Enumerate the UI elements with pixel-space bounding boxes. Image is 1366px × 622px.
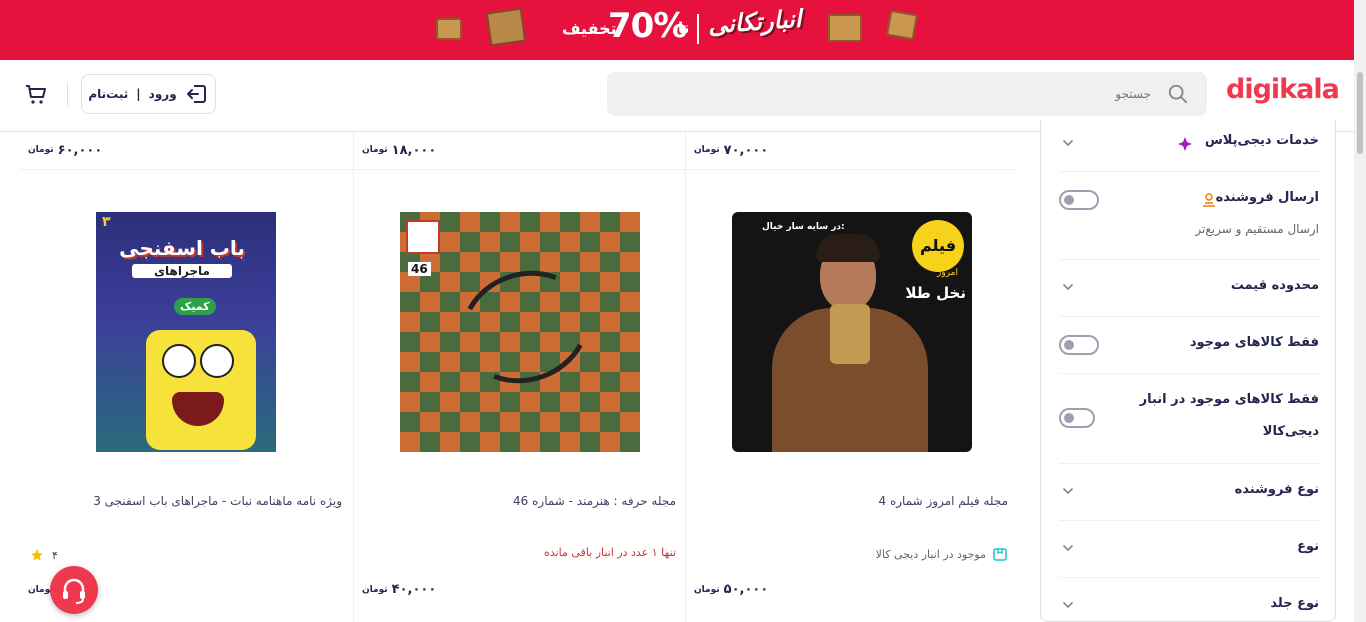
filter-label: نوع فروشنده — [1234, 482, 1319, 497]
top-price: ۷۰,۰۰۰ تومان — [694, 142, 769, 158]
filter-label: محدوده قیمت — [1230, 278, 1319, 293]
product-image[interactable]: فیلم امروز نخل طلا در سایه سار خیال: — [732, 212, 972, 452]
cover-subtitle: امروز — [937, 268, 958, 278]
campaign-name: انبارتکانی — [707, 4, 803, 40]
filter-type[interactable]: نوع — [1059, 521, 1319, 578]
cover-headline: نخل طلا — [905, 284, 966, 302]
box-icon — [828, 14, 862, 42]
box-icon — [436, 18, 462, 40]
top-price: ۶۰,۰۰۰ تومان — [28, 142, 103, 158]
login-separator: | — [136, 87, 141, 101]
seller-delivery-toggle[interactable] — [1059, 190, 1099, 210]
filter-digiplus[interactable]: خدمات دیجی‌پلاس — [1059, 120, 1319, 172]
star-icon — [31, 549, 43, 561]
top-price: ۱۸,۰۰۰ تومان — [362, 142, 437, 158]
filter-sublabel: ارسال مستقیم و سریع‌تر — [1195, 222, 1319, 236]
search-box[interactable] — [607, 72, 1207, 116]
support-chat-button[interactable] — [50, 566, 98, 614]
headset-icon — [63, 578, 85, 604]
toman-label: تومان — [694, 584, 720, 595]
filter-sidebar: خدمات دیجی‌پلاس ارسال فروشنده ارسال مستق… — [1040, 120, 1336, 622]
login-icon — [186, 85, 206, 103]
filter-cover-type[interactable]: نوع جلد — [1059, 578, 1319, 622]
product-grid: ۷۰,۰۰۰ تومان ۱۸,۰۰۰ تومان ۶۰,۰۰۰ تومان فیلم… — [20, 132, 1018, 622]
login-button[interactable]: ورود | ثبت‌نام — [81, 74, 216, 114]
product-image[interactable]: باب اسفنجی ماجراهای کمیک ۳ — [96, 212, 276, 452]
cover-volume: ۳ — [102, 214, 111, 230]
chevron-down-icon — [1063, 602, 1073, 609]
filter-label: فقط کالاهای موجود — [1189, 335, 1319, 350]
cart-icon[interactable] — [24, 82, 48, 106]
box-icon — [885, 9, 919, 41]
login-label: ورود — [148, 87, 177, 101]
cover-eye — [200, 344, 234, 378]
chevron-down-icon — [1063, 488, 1073, 495]
product-rating: ۴ — [30, 548, 58, 562]
filter-available-warehouse[interactable]: فقط کالاهای موجود در انبار دیجی‌کالا — [1059, 374, 1319, 464]
warehouse-available-toggle[interactable] — [1059, 408, 1095, 428]
seller-delivery-icon — [1203, 193, 1215, 207]
filter-seller-type[interactable]: نوع فروشنده — [1059, 464, 1319, 521]
stock-status: تنها ۱ عدد در انبار باقی مانده — [544, 546, 676, 559]
toman-label: تومان — [362, 145, 388, 155]
toman-label: تومان — [28, 145, 54, 155]
cover-subtitle: ماجراهای — [132, 264, 232, 278]
cover-person-hair — [816, 234, 880, 262]
toman-label: تومان — [362, 584, 388, 595]
header-divider — [67, 82, 68, 106]
cover-person-collar — [830, 304, 870, 364]
product-image[interactable]: 46 — [400, 212, 640, 452]
filter-label: ارسال فروشنده — [1215, 190, 1319, 205]
register-label: ثبت‌نام — [88, 87, 129, 101]
stock-status: موجود در انبار دیجی کالا — [876, 546, 1008, 562]
cover-issue: 46 — [408, 262, 431, 276]
search-icon[interactable] — [1167, 83, 1189, 105]
product-title[interactable]: مجله فیلم امروز شماره 4 — [708, 494, 1009, 508]
filter-seller-delivery[interactable]: ارسال فروشنده ارسال مستقیم و سریع‌تر — [1059, 172, 1319, 260]
product-price: ۵۰,۰۰۰ تومان — [694, 582, 769, 597]
filter-label: نوع — [1297, 539, 1319, 554]
digiplus-icon — [1178, 137, 1192, 151]
product-title[interactable]: ویژه نامه ماهنامه نبات - ماجراهای باب اس… — [42, 494, 342, 508]
box-icon — [485, 7, 527, 47]
product-card[interactable]: 46 مجله حرفه : هنرمند - شماره 46 تنها ۱ … — [354, 170, 686, 622]
warehouse-icon — [993, 548, 1007, 561]
scrollbar-thumb[interactable] — [1357, 72, 1363, 154]
promo-banner[interactable]: تخفیف 70% تا انبارتکانی — [0, 0, 1354, 60]
filter-label: خدمات دیجی‌پلاس — [1204, 133, 1319, 148]
filter-label-line2: دیجی‌کالا — [1262, 424, 1319, 439]
cover-eye — [162, 344, 196, 378]
filter-price-range[interactable]: محدوده قیمت — [1059, 260, 1319, 317]
digikala-logo[interactable]: digikala — [1226, 74, 1340, 105]
filter-label: نوع جلد — [1270, 596, 1319, 611]
chevron-down-icon — [1063, 140, 1073, 147]
filter-only-available[interactable]: فقط کالاهای موجود — [1059, 317, 1319, 374]
chevron-down-icon — [1063, 545, 1073, 552]
banner-divider — [697, 14, 699, 44]
cover-text: در سایه سار خیال: — [762, 222, 845, 232]
product-card[interactable]: باب اسفنجی ماجراهای کمیک ۳ ویژه نامه ماه… — [20, 170, 352, 622]
product-price: ۴۰,۰۰۰ تومان — [362, 582, 437, 597]
cover-title: باب اسفنجی — [119, 236, 245, 260]
toman-label: تومان — [694, 145, 720, 155]
chevron-down-icon — [1063, 284, 1073, 291]
product-card[interactable]: فیلم امروز نخل طلا در سایه سار خیال: مجل… — [686, 170, 1018, 622]
cover-title: فیلم — [912, 220, 964, 272]
product-title[interactable]: مجله حرفه : هنرمند - شماره 46 — [376, 494, 676, 508]
search-input[interactable] — [671, 72, 1151, 116]
cover-logo — [406, 220, 440, 254]
cover-character — [146, 330, 256, 450]
filter-label: فقط کالاهای موجود در انبار — [1139, 392, 1319, 407]
discount-value: 70% — [608, 6, 687, 46]
cover-badge: کمیک — [174, 298, 216, 315]
only-available-toggle[interactable] — [1059, 335, 1099, 355]
discount-prefix: تا — [678, 19, 690, 37]
page-scrollbar[interactable] — [1354, 0, 1366, 622]
